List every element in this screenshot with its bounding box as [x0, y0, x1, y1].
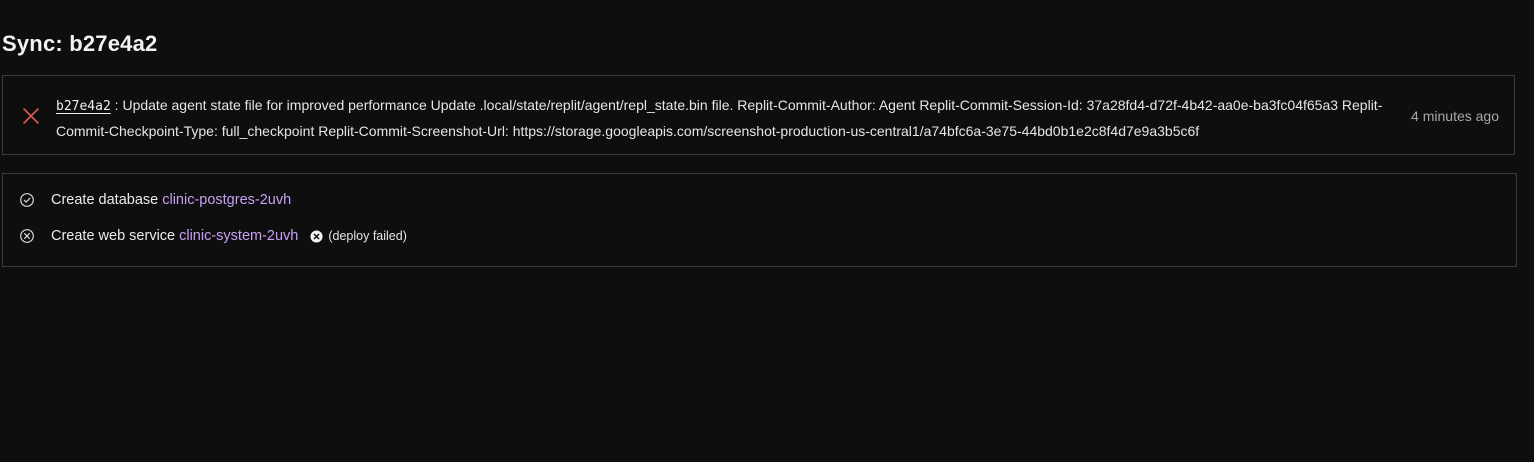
check-circle-icon	[20, 193, 34, 207]
commit-message-text: : Update agent state file for improved p…	[56, 97, 1383, 139]
deploy-failed-badge: (deploy failed)	[310, 229, 407, 243]
resources-card: Create database clinic-postgres-2uvh Cre…	[2, 173, 1517, 267]
x-circle-filled-icon	[310, 229, 323, 243]
page-title: Sync: b27e4a2	[2, 31, 158, 56]
resource-action: Create web service	[51, 228, 176, 244]
commit-message: b27e4a2 : Update agent state file for im…	[56, 93, 1388, 143]
resource-row-database: Create database clinic-postgres-2uvh	[19, 192, 291, 208]
close-icon	[23, 108, 39, 124]
commit-card: b27e4a2 : Update agent state file for im…	[2, 75, 1515, 155]
x-circle-icon	[20, 229, 34, 243]
web-service-link[interactable]: clinic-system-2uvh	[179, 228, 298, 244]
commit-hash-link[interactable]: b27e4a2	[56, 99, 111, 114]
deploy-failed-text: (deploy failed)	[328, 229, 407, 243]
resource-action: Create database	[51, 192, 159, 208]
resource-row-web-service: Create web service clinic-system-2uvh (d…	[19, 228, 407, 244]
database-link[interactable]: clinic-postgres-2uvh	[162, 192, 291, 208]
commit-timestamp: 4 minutes ago	[1411, 108, 1499, 124]
